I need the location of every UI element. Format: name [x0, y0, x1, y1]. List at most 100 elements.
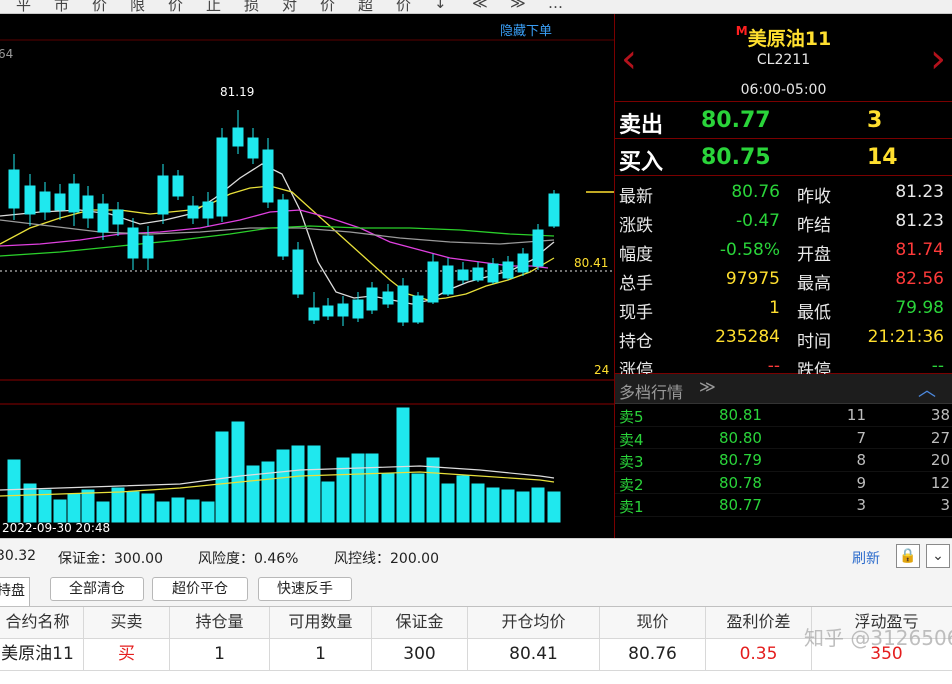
table-header[interactable]: 可用数量 [270, 607, 372, 639]
candle-body [142, 235, 154, 259]
stat-label: 涨跌 [619, 216, 653, 236]
volume-bar [307, 445, 321, 523]
buy-label: 买入 [619, 150, 664, 175]
volume-bar [171, 497, 185, 523]
toolbar-item[interactable]: 价 [168, 0, 183, 13]
depth-price: 80.80 [719, 428, 762, 447]
depth-row[interactable]: 卖1 80.77 3 3 [615, 494, 952, 517]
table-header[interactable]: 保证金 [372, 607, 468, 639]
quick-reverse-button[interactable]: 快速反手 [258, 577, 352, 601]
stat-value: 79.98 [895, 298, 944, 318]
table-cell[interactable]: 美原油11 [0, 639, 84, 671]
stat-label: 最低 [797, 303, 831, 323]
stat-label: 时间 [797, 332, 831, 352]
buy-row[interactable]: 买入 80.75 14 [615, 139, 952, 176]
toolbar-item[interactable]: 对 [282, 0, 297, 13]
toolbar-item[interactable]: ≫ [510, 0, 526, 12]
volume-bar [53, 499, 67, 523]
toolbar-item[interactable]: ↓ [434, 0, 447, 12]
depth-row[interactable]: 卖5 80.81 11 38 [615, 404, 952, 427]
super-close-button[interactable]: 超价平仓 [152, 577, 248, 601]
candle-body [442, 265, 454, 295]
table-cell[interactable]: 1 [170, 639, 270, 671]
depth-title: 多档行情 [619, 383, 684, 402]
close-all-button[interactable]: 全部清仓 [50, 577, 144, 601]
table-header[interactable]: 持仓量 [170, 607, 270, 639]
toolbar-item[interactable]: 市 [54, 0, 69, 13]
depth-level: 卖4 [619, 430, 644, 449]
candle-body [457, 269, 469, 281]
volume-bar [201, 501, 215, 523]
table-header[interactable]: 合约名称 [0, 607, 84, 639]
market-badge: M [735, 24, 748, 38]
refresh-link[interactable]: 刷新 [852, 548, 880, 568]
candle-body [157, 175, 169, 215]
depth-row[interactable]: 卖3 80.79 8 20 [615, 449, 952, 472]
collapse-icon[interactable]: ︿ [918, 376, 936, 402]
toolbar-item[interactable]: 止 [206, 0, 221, 13]
table-cell[interactable]: 80.76 [600, 639, 706, 671]
toolbar-item[interactable]: 价 [396, 0, 411, 13]
toolbar-item[interactable]: … [548, 0, 563, 12]
depth-price: 80.78 [719, 473, 762, 492]
volume-bar [336, 457, 350, 523]
candle-body [502, 261, 514, 279]
chevron-down-icon[interactable]: ⌄ [926, 544, 950, 568]
high-price-label: 81.19 [220, 85, 254, 99]
table-header[interactable]: 现价 [600, 607, 706, 639]
table-header[interactable]: 买卖 [84, 607, 170, 639]
table-cell[interactable]: 1 [270, 639, 372, 671]
stat-value: 81.23 [895, 211, 944, 231]
chart-canvas[interactable]: 81.19 80.41 64 24 2022-09-30 20:48 [0, 14, 614, 538]
toolbar-item[interactable]: 损 [244, 0, 259, 13]
table-cell[interactable]: 买 [84, 639, 170, 671]
volume-bar [215, 431, 229, 523]
table-cell[interactable]: 80.41 [468, 639, 600, 671]
sell-row[interactable]: 卖出 80.77 3 [615, 102, 952, 139]
quote-stats: 最新 80.76 昨收 81.23 涨跌 -0.47 昨结 81.23 幅度 -0.58% 开盘 81… [615, 176, 952, 381]
toolbar-item[interactable]: ≪ [472, 0, 488, 12]
account-bar: 30.32 保证金：300.00 风险度：0.46% 风控线：200.00 刷新… [0, 538, 952, 572]
lock-icon[interactable]: 🔒 [896, 544, 920, 568]
toolbar-item[interactable]: 超 [358, 0, 373, 13]
depth-header[interactable]: 多档行情 ≫ ︿ [615, 374, 952, 404]
toolbar-item[interactable]: 平 [16, 0, 31, 13]
volume-bar [7, 459, 21, 523]
toolbar-item[interactable]: 价 [92, 0, 107, 13]
stat-row: 总手 97975 最高 82.56 [615, 267, 952, 296]
volume-bar [141, 493, 155, 523]
toolbar-item[interactable]: 价 [320, 0, 335, 13]
trading-session: 06:00-05:00 [740, 82, 827, 98]
hide-orders-link[interactable]: 隐藏下单 [500, 20, 552, 39]
kline-chart[interactable]: 81.19 80.41 64 24 2022-09-30 20:48 隐藏下单 [0, 14, 614, 538]
depth-row[interactable]: 卖4 80.80 7 27 [615, 427, 952, 449]
depth-row[interactable]: 卖2 80.78 9 12 [615, 472, 952, 494]
table-cell[interactable]: 0.35 [706, 639, 812, 671]
depth-cum-qty: 27 [930, 428, 950, 447]
stat-label: 开盘 [797, 245, 831, 265]
action-bar: 持盘 全部清仓 超价平仓 快速反手 [0, 572, 952, 606]
sell-price: 80.77 [701, 108, 771, 133]
candle-body [232, 127, 244, 147]
candle-body [277, 199, 289, 257]
tab-positions[interactable]: 持盘 [0, 577, 30, 606]
candle-body [24, 185, 36, 215]
table-header[interactable]: 开仓均价 [468, 607, 600, 639]
next-contract-icon[interactable]: › [930, 36, 946, 82]
y-axis-tick: 64 [0, 47, 13, 61]
volume-bar [516, 491, 530, 523]
candle-body [187, 205, 199, 219]
stat-row: 幅度 -0.58% 开盘 81.74 [615, 238, 952, 267]
depth-qty: 11 [846, 406, 866, 424]
stat-value: -0.58% [719, 240, 780, 260]
candle-body [382, 291, 394, 305]
double-chevron-icon[interactable]: ≫ [699, 377, 716, 396]
candle-body [97, 203, 109, 233]
volume-bar [96, 501, 110, 523]
table-header[interactable]: 盈利价差 [706, 607, 812, 639]
candle-body [127, 227, 139, 259]
table-cell[interactable]: 300 [372, 639, 468, 671]
toolbar-item[interactable]: 限 [130, 0, 145, 13]
sell-qty: 3 [867, 108, 883, 133]
candle-body [487, 263, 499, 283]
